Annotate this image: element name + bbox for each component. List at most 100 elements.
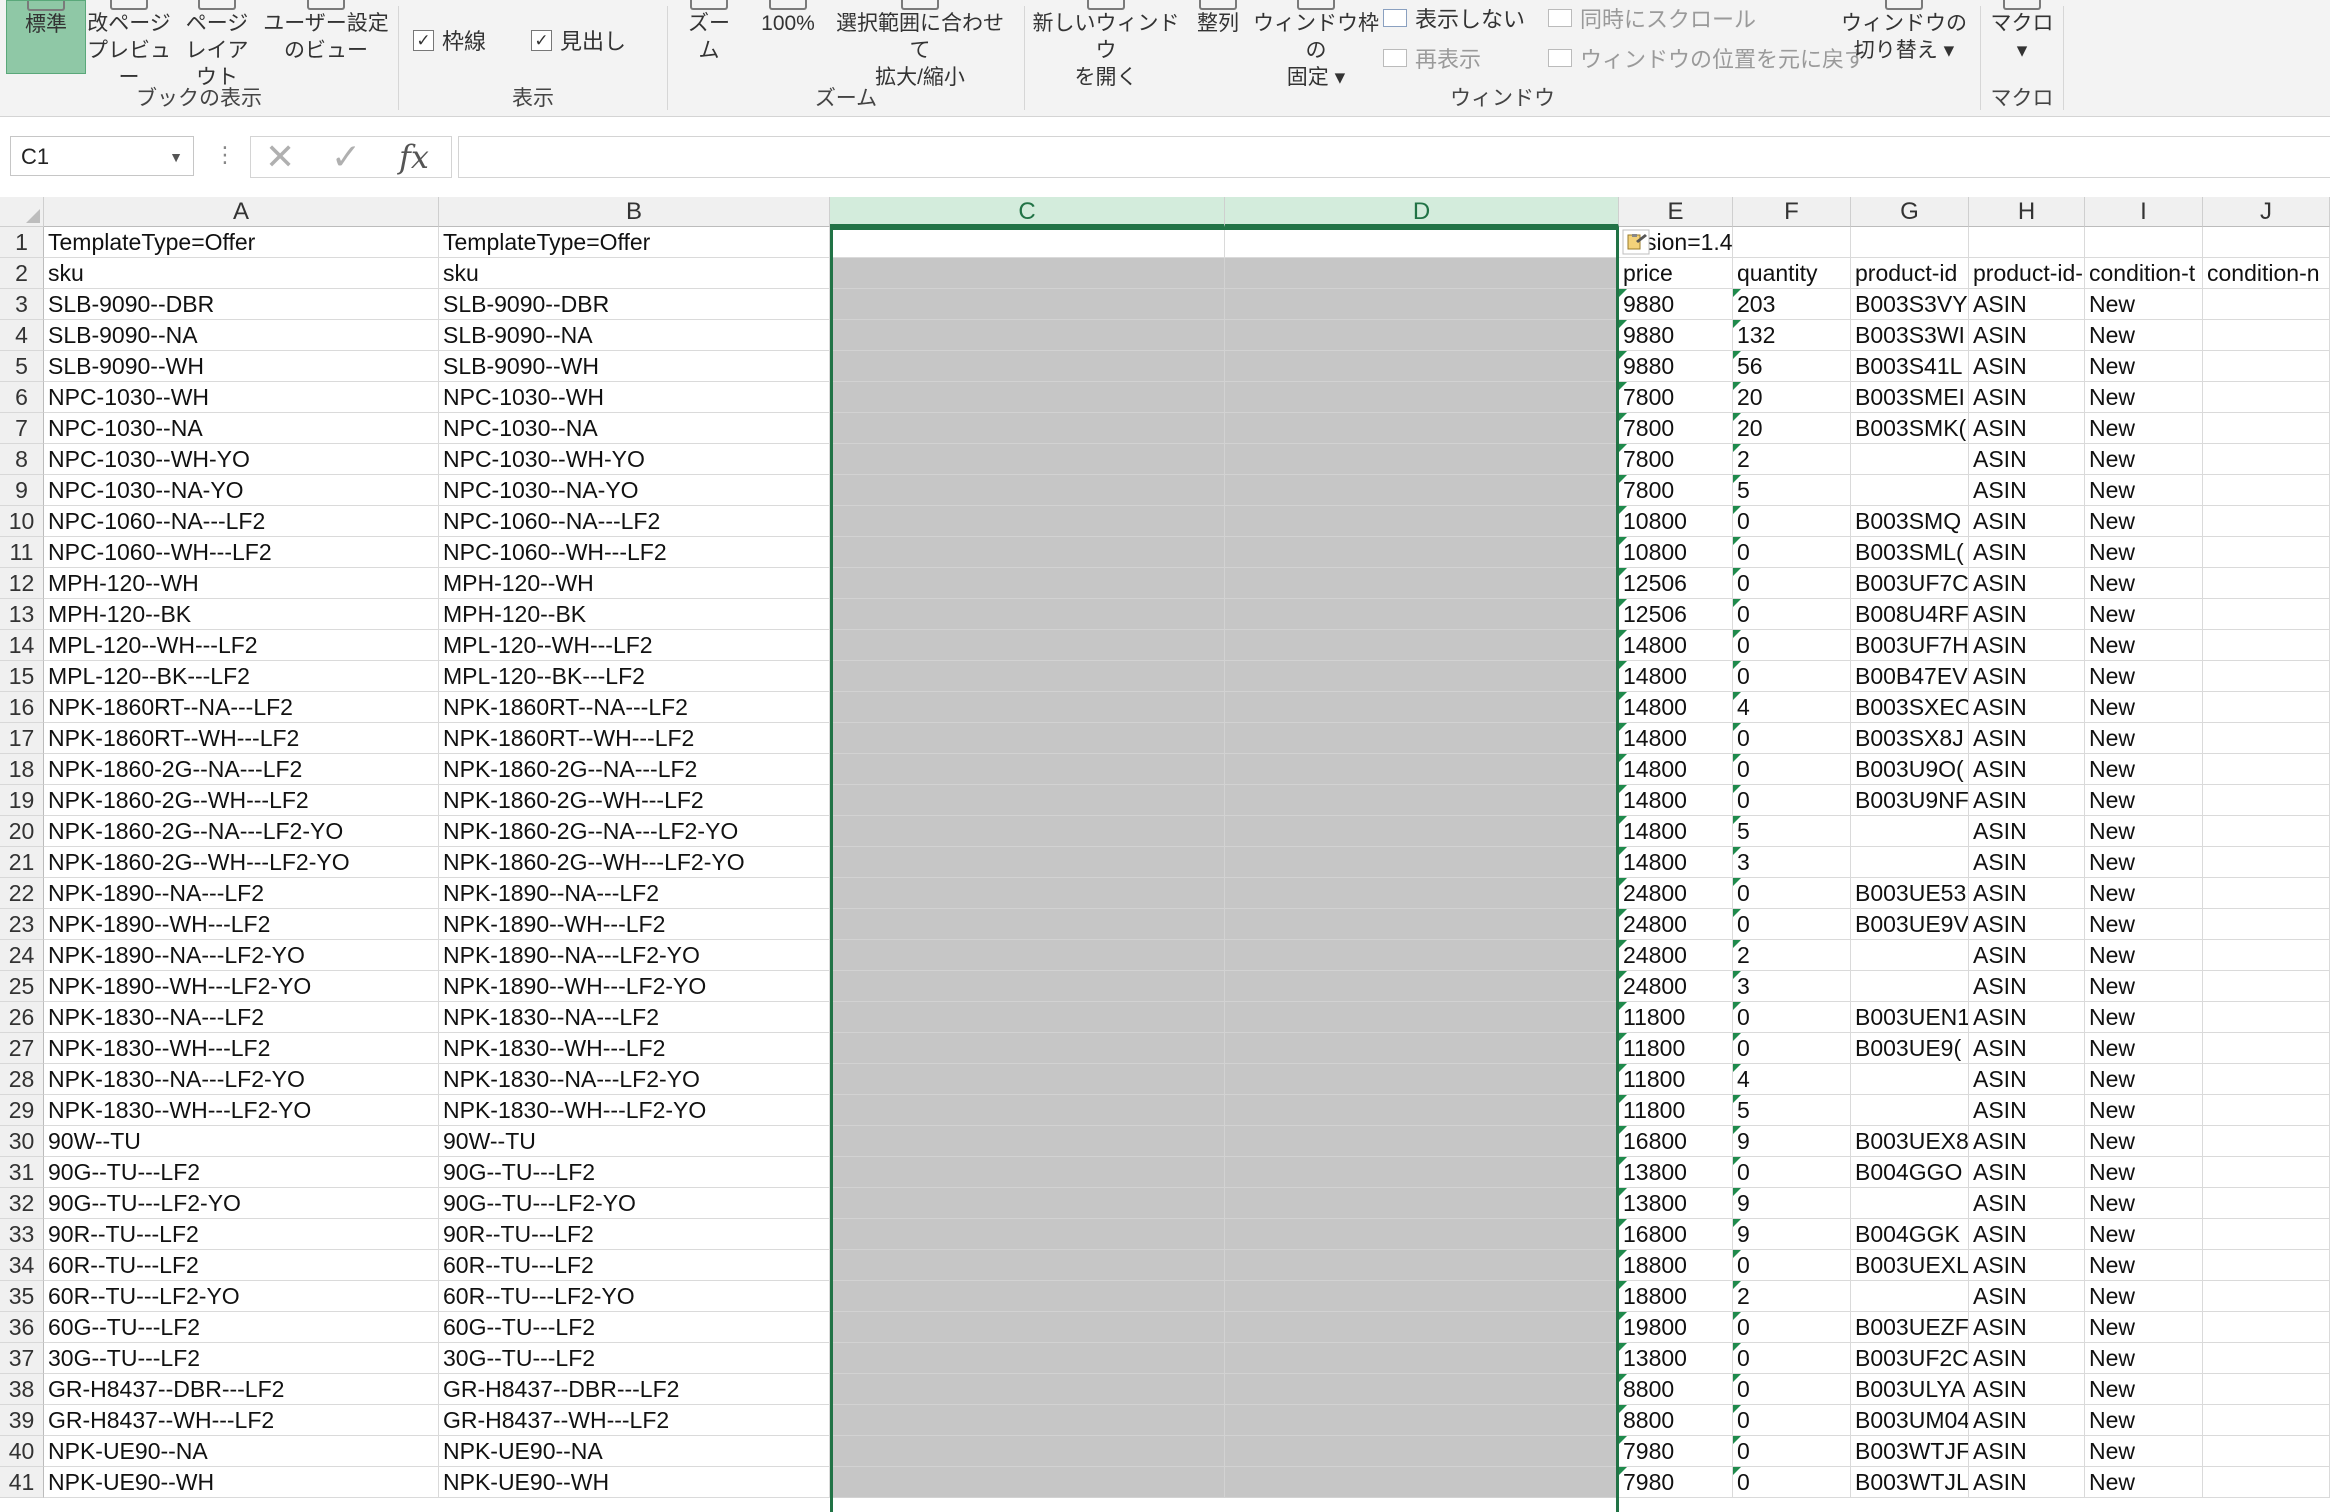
row-header[interactable]: 33 (0, 1219, 44, 1250)
cell-a[interactable]: NPK-UE90--NA (44, 1436, 439, 1467)
cell-a[interactable]: NPK-1860-2G--WH---LF2-YO (44, 847, 439, 878)
cell-d[interactable] (1225, 1188, 1619, 1219)
cell-h[interactable]: ASIN (1969, 351, 2085, 382)
formula-input[interactable] (458, 136, 2330, 178)
arrange-button[interactable]: 整列 (1189, 0, 1247, 72)
cell-i[interactable]: condition-t (2085, 258, 2203, 289)
row-header[interactable]: 18 (0, 754, 44, 785)
cell-f[interactable]: 5 (1733, 816, 1851, 847)
cell-j[interactable] (2203, 320, 2330, 351)
cell-b[interactable]: 30G--TU---LF2 (439, 1343, 830, 1374)
row-header[interactable]: 36 (0, 1312, 44, 1343)
cell-j[interactable] (2203, 723, 2330, 754)
cell-e[interactable]: 14800 (1619, 630, 1733, 661)
cell-h[interactable]: ASIN (1969, 1064, 2085, 1095)
cell-j[interactable] (2203, 878, 2330, 909)
cell-g[interactable]: B003SMEI (1851, 382, 1969, 413)
cell-i[interactable]: New (2085, 444, 2203, 475)
cell-e[interactable]: 19800 (1619, 1312, 1733, 1343)
cell-h[interactable]: ASIN (1969, 1033, 2085, 1064)
row-header[interactable]: 2 (0, 258, 44, 289)
cell-d[interactable] (1225, 1033, 1619, 1064)
cell-g[interactable] (1851, 1281, 1969, 1312)
row-header[interactable]: 27 (0, 1033, 44, 1064)
cell-a[interactable]: NPK-1830--WH---LF2 (44, 1033, 439, 1064)
cell-b[interactable]: NPK-1890--NA---LF2 (439, 878, 830, 909)
cell-f[interactable]: 20 (1733, 413, 1851, 444)
row-header[interactable]: 31 (0, 1157, 44, 1188)
cell-j[interactable] (2203, 506, 2330, 537)
cell-d[interactable] (1225, 1343, 1619, 1374)
cell-e[interactable]: 7980 (1619, 1436, 1733, 1467)
cell-j[interactable] (2203, 289, 2330, 320)
cell-c[interactable] (830, 940, 1225, 971)
cell-j[interactable] (2203, 382, 2330, 413)
cell-d[interactable] (1225, 723, 1619, 754)
cell-f[interactable]: 0 (1733, 568, 1851, 599)
cell-e[interactable]: 16800 (1619, 1126, 1733, 1157)
cell-f[interactable]: 0 (1733, 909, 1851, 940)
row-header[interactable]: 20 (0, 816, 44, 847)
cell-j[interactable] (2203, 754, 2330, 785)
cell-c[interactable] (830, 475, 1225, 506)
cell-f[interactable]: 0 (1733, 1250, 1851, 1281)
row-header[interactable]: 22 (0, 878, 44, 909)
cell-d[interactable] (1225, 661, 1619, 692)
cell-h[interactable]: ASIN (1969, 661, 2085, 692)
cell-b[interactable]: NPK-1860RT--WH---LF2 (439, 723, 830, 754)
macros-button[interactable]: マクロ ▾ (1981, 0, 2063, 72)
cell-f[interactable]: 0 (1733, 661, 1851, 692)
cell-c[interactable] (830, 1188, 1225, 1219)
cell-i[interactable]: New (2085, 971, 2203, 1002)
cell-e[interactable]: 10800 (1619, 506, 1733, 537)
row-header[interactable]: 28 (0, 1064, 44, 1095)
cell-c[interactable] (830, 785, 1225, 816)
cell-f[interactable]: 0 (1733, 1033, 1851, 1064)
cell-g[interactable]: B003SML( (1851, 537, 1969, 568)
cell-e[interactable]: 14800 (1619, 661, 1733, 692)
cell-b[interactable]: NPK-1830--WH---LF2 (439, 1033, 830, 1064)
cell-f[interactable] (1733, 227, 1851, 258)
cell-b[interactable]: NPK-1830--WH---LF2-YO (439, 1095, 830, 1126)
cell-d[interactable] (1225, 475, 1619, 506)
cell-f[interactable]: 203 (1733, 289, 1851, 320)
cell-f[interactable]: 0 (1733, 1436, 1851, 1467)
unhide-window-button[interactable]: 再表示 (1383, 42, 1481, 74)
row-header[interactable]: 23 (0, 909, 44, 940)
cell-b[interactable]: TemplateType=Offer (439, 227, 830, 258)
cell-a[interactable]: 90G--TU---LF2-YO (44, 1188, 439, 1219)
cell-d[interactable] (1225, 320, 1619, 351)
cell-d[interactable] (1225, 847, 1619, 878)
cell-f[interactable]: 0 (1733, 1157, 1851, 1188)
cell-i[interactable]: New (2085, 1188, 2203, 1219)
cell-f[interactable]: 0 (1733, 1405, 1851, 1436)
cell-c[interactable] (830, 351, 1225, 382)
cell-h[interactable]: ASIN (1969, 1467, 2085, 1498)
cell-i[interactable]: New (2085, 599, 2203, 630)
cell-e[interactable]: 8800 (1619, 1374, 1733, 1405)
cell-j[interactable] (2203, 785, 2330, 816)
cell-a[interactable]: MPH-120--BK (44, 599, 439, 630)
cell-j[interactable] (2203, 1343, 2330, 1374)
cell-a[interactable]: NPC-1060--NA---LF2 (44, 506, 439, 537)
cell-h[interactable] (1969, 227, 2085, 258)
cell-b[interactable]: NPC-1030--NA-YO (439, 475, 830, 506)
cell-j[interactable] (2203, 1374, 2330, 1405)
cell-e[interactable]: 24800 (1619, 909, 1733, 940)
cell-c[interactable] (830, 1281, 1225, 1312)
cell-i[interactable]: New (2085, 351, 2203, 382)
select-all-corner[interactable] (0, 197, 44, 227)
row-header[interactable]: 19 (0, 785, 44, 816)
cell-d[interactable] (1225, 878, 1619, 909)
cell-g[interactable]: B004GGK (1851, 1219, 1969, 1250)
cell-c[interactable] (830, 320, 1225, 351)
cell-h[interactable]: ASIN (1969, 971, 2085, 1002)
cell-i[interactable]: New (2085, 1002, 2203, 1033)
cell-h[interactable]: ASIN (1969, 1250, 2085, 1281)
row-header[interactable]: 1 (0, 227, 44, 258)
cell-d[interactable] (1225, 1281, 1619, 1312)
cell-f[interactable]: 0 (1733, 754, 1851, 785)
cell-h[interactable]: ASIN (1969, 1126, 2085, 1157)
cell-g[interactable] (1851, 444, 1969, 475)
cell-e[interactable]: 13800 (1619, 1188, 1733, 1219)
